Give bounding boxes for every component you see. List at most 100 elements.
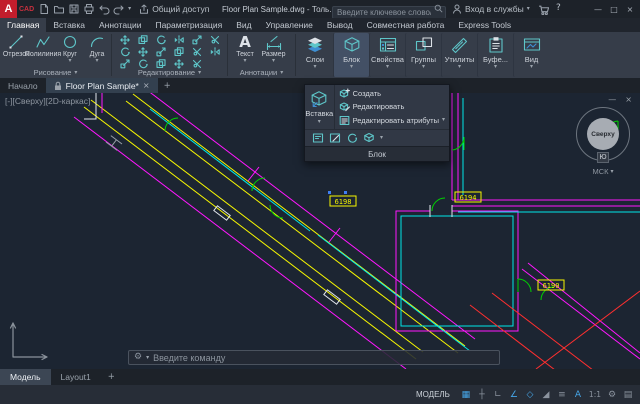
modify-tool-icon[interactable] (138, 47, 148, 57)
new-layout-button[interactable]: + (101, 369, 122, 385)
block-panel-title: Блок (305, 146, 449, 161)
object-snap-tracking-toggle[interactable]: ◢ (539, 387, 553, 402)
app-menu-button[interactable]: A (0, 0, 17, 18)
undo-icon[interactable] (98, 3, 110, 15)
customize-icon[interactable]: ⚙ (134, 353, 142, 362)
ortho-toggle[interactable]: ∟ (491, 387, 505, 402)
maximize-button[interactable]: □ (606, 5, 622, 14)
start-tab[interactable]: Начало (0, 78, 46, 93)
new-drawing-tab-button[interactable]: + (158, 78, 177, 93)
grid-toggle[interactable]: ▦ (459, 387, 473, 402)
modify-panel-expander[interactable]: Редактирование▾ (112, 67, 227, 78)
chevron-down-icon[interactable]: ▾ (146, 355, 149, 361)
save-icon[interactable] (68, 3, 80, 15)
tab-annotate[interactable]: Аннотации (92, 18, 149, 32)
workspace-button[interactable]: ⚙ (605, 387, 619, 402)
redo-icon[interactable] (113, 3, 125, 15)
tab-insert[interactable]: Вставка (46, 18, 92, 32)
share-button[interactable]: Общий доступ (139, 4, 209, 14)
groups-panel-button[interactable]: Группы ▾ (405, 33, 441, 77)
layout1-tab[interactable]: Layout1 (51, 369, 101, 385)
view-cube[interactable]: Сверху Ю МСК ▾ (576, 107, 630, 176)
tab-manage[interactable]: Управление (259, 18, 320, 32)
minimize-button[interactable]: — (590, 5, 606, 14)
modify-tool-icon[interactable] (156, 47, 166, 57)
customize-button[interactable]: ▤ (621, 387, 635, 402)
block-panel-flyout: Вставка ▾ Создать Редактировать Редактир… (304, 84, 450, 162)
lineweight-toggle[interactable]: ≡ (555, 387, 569, 402)
close-button[interactable]: × (622, 5, 638, 14)
polyline-button[interactable]: Полилиния (30, 34, 56, 67)
modify-tool-icon[interactable] (120, 47, 130, 57)
properties-panel-button[interactable]: Свойства ▾ (369, 33, 405, 77)
arc-button[interactable]: Дуга ▾ (84, 34, 110, 67)
help-icon[interactable]: ? (556, 3, 561, 13)
model-space-button[interactable]: МОДЕЛЬ (416, 390, 450, 399)
clipboard-panel-button[interactable]: Буфе... ▾ (477, 33, 513, 77)
block-tool-icon[interactable] (363, 132, 375, 144)
edit-attributes-item[interactable]: Редактировать атрибуты ▾ (335, 114, 449, 127)
viewcube-south[interactable]: Ю (597, 152, 609, 163)
stretch-tool-icon[interactable] (192, 35, 202, 45)
tab-express-tools[interactable]: Express Tools (451, 18, 518, 32)
sync-attributes-icon[interactable] (346, 132, 358, 144)
new-file-icon[interactable] (38, 3, 50, 15)
app-store-icon[interactable] (538, 4, 549, 15)
viewport-minimize-icon[interactable]: — (608, 95, 616, 104)
tab-output[interactable]: Вывод (320, 18, 360, 32)
view-panel-button[interactable]: Вид ▾ (513, 33, 549, 77)
layers-panel-button[interactable]: Слои ▾ (297, 33, 333, 77)
model-tab[interactable]: Модель (0, 369, 51, 385)
text-button[interactable]: А Текст ▾ (232, 34, 258, 67)
layers-icon (306, 36, 324, 54)
room-tag: 6194 (460, 194, 477, 202)
rotate-tool-icon[interactable] (156, 35, 166, 45)
dimension-button[interactable]: Размер ▾ (259, 34, 288, 67)
circle-button[interactable]: Круг ▾ (57, 34, 83, 67)
viewport-close-icon[interactable]: × (625, 95, 632, 104)
tab-parametric[interactable]: Параметризация (148, 18, 229, 32)
search-icon[interactable] (434, 4, 443, 13)
utilities-panel-button[interactable]: Утилиты ▾ (441, 33, 477, 77)
ribbon: Отрезок Полилиния Круг ▾ Дуга ▾ Рисовани… (0, 32, 640, 78)
edit-attribute-icon[interactable] (329, 132, 341, 144)
chevron-down-icon[interactable]: ▾ (128, 6, 131, 12)
snap-toggle[interactable]: ┼ (475, 387, 489, 402)
polar-tracking-toggle[interactable]: ∠ (507, 387, 521, 402)
drawing-tab[interactable]: Floor Plan Sample* × (46, 78, 158, 93)
command-input[interactable] (153, 353, 494, 363)
move-tool-icon[interactable] (120, 35, 130, 45)
chevron-down-icon: ▾ (95, 58, 98, 64)
object-snap-toggle[interactable]: ◇ (523, 387, 537, 402)
plot-icon[interactable] (83, 3, 95, 15)
chevron-down-icon[interactable]: ▾ (380, 135, 383, 141)
annotation-panel-expander[interactable]: Аннотации▾ (228, 67, 295, 78)
tab-view[interactable]: Вид (229, 18, 258, 32)
copy-tool-icon[interactable] (138, 35, 148, 45)
mirror-tool-icon[interactable] (174, 35, 184, 45)
annotation-scale-button[interactable]: 1:1 (587, 387, 603, 402)
modify-tool-icon[interactable] (210, 47, 220, 57)
app-logo-text: CAD (19, 6, 34, 13)
define-attributes-icon[interactable] (312, 132, 324, 144)
draw-panel-expander[interactable]: Рисование▾ (0, 67, 111, 78)
tab-collaborate[interactable]: Совместная работа (360, 18, 452, 32)
edit-block-item[interactable]: Редактировать (335, 100, 449, 113)
viewport-controls[interactable]: [-][Сверху][2D-каркас] (5, 96, 90, 106)
create-block-item[interactable]: Создать (335, 87, 449, 100)
viewport-window-controls: — × (608, 95, 632, 104)
viewcube-top-face[interactable]: Сверху (587, 118, 619, 150)
insert-block-button[interactable]: Вставка ▾ (305, 85, 335, 129)
modify-tool-icon[interactable] (174, 47, 184, 57)
trim-tool-icon[interactable] (210, 35, 220, 45)
sign-in-button[interactable]: Вход в службы ▾ (452, 0, 530, 18)
modify-tool-icon[interactable] (192, 47, 202, 57)
command-line[interactable]: ⚙ ▾ (128, 350, 500, 365)
block-panel-button[interactable]: Блок ▾ (333, 33, 369, 77)
tab-home[interactable]: Главная (0, 18, 46, 32)
app-logo: A (5, 3, 13, 15)
close-tab-icon[interactable]: × (143, 81, 150, 90)
annotation-visibility-toggle[interactable]: А (571, 387, 585, 402)
ucs-selector[interactable]: МСК ▾ (576, 167, 630, 176)
open-folder-icon[interactable] (53, 3, 65, 15)
